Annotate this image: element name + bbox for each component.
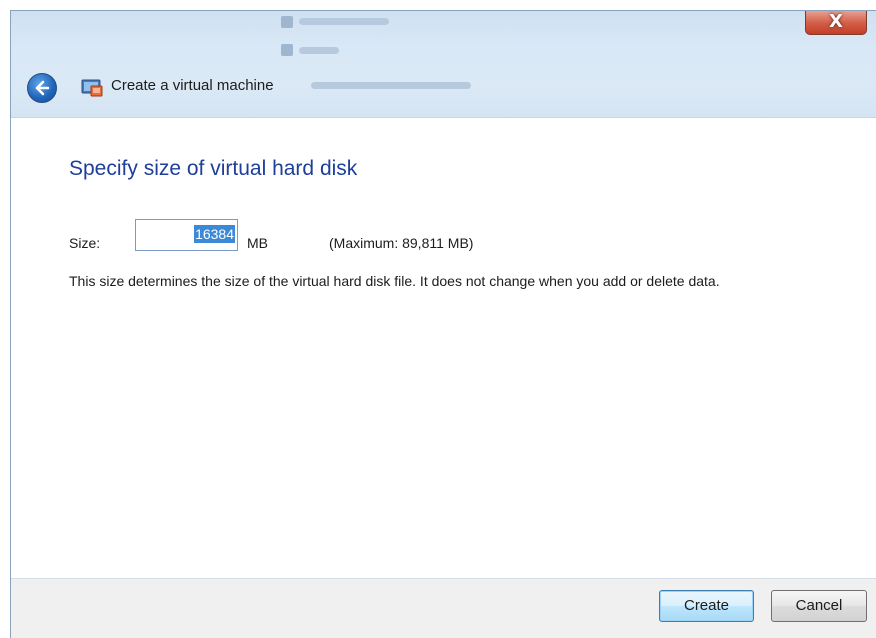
close-icon: X bbox=[829, 11, 843, 32]
blurred-background-text bbox=[311, 82, 471, 89]
dialog-window: X Create a virtual machine Specify size … bbox=[10, 10, 876, 638]
page-heading: Specify size of virtual hard disk bbox=[69, 157, 358, 180]
back-button[interactable] bbox=[27, 73, 57, 103]
size-input-value: 16384 bbox=[194, 225, 235, 243]
blurred-background-icon bbox=[281, 16, 293, 28]
virtual-machine-icon bbox=[81, 79, 103, 97]
blurred-background-text bbox=[299, 18, 389, 25]
size-input[interactable]: 16384 bbox=[135, 219, 238, 251]
button-bar: Create Cancel bbox=[11, 578, 876, 638]
size-label: Size: bbox=[69, 235, 101, 251]
back-arrow-icon bbox=[35, 80, 50, 96]
maximum-size-text: (Maximum: 89,811 MB) bbox=[329, 235, 474, 251]
size-unit-label: MB bbox=[247, 235, 268, 251]
window-title: Create a virtual machine bbox=[111, 77, 274, 94]
size-description: This size determines the size of the vir… bbox=[69, 273, 720, 289]
content-area: Specify size of virtual hard disk Size: … bbox=[11, 117, 876, 579]
title-bar: X Create a virtual machine bbox=[11, 11, 876, 117]
blurred-background-icon bbox=[281, 44, 293, 56]
cancel-button[interactable]: Cancel bbox=[771, 590, 867, 622]
close-button[interactable]: X bbox=[805, 11, 867, 35]
blurred-background-text bbox=[299, 47, 339, 54]
create-button[interactable]: Create bbox=[659, 590, 754, 622]
